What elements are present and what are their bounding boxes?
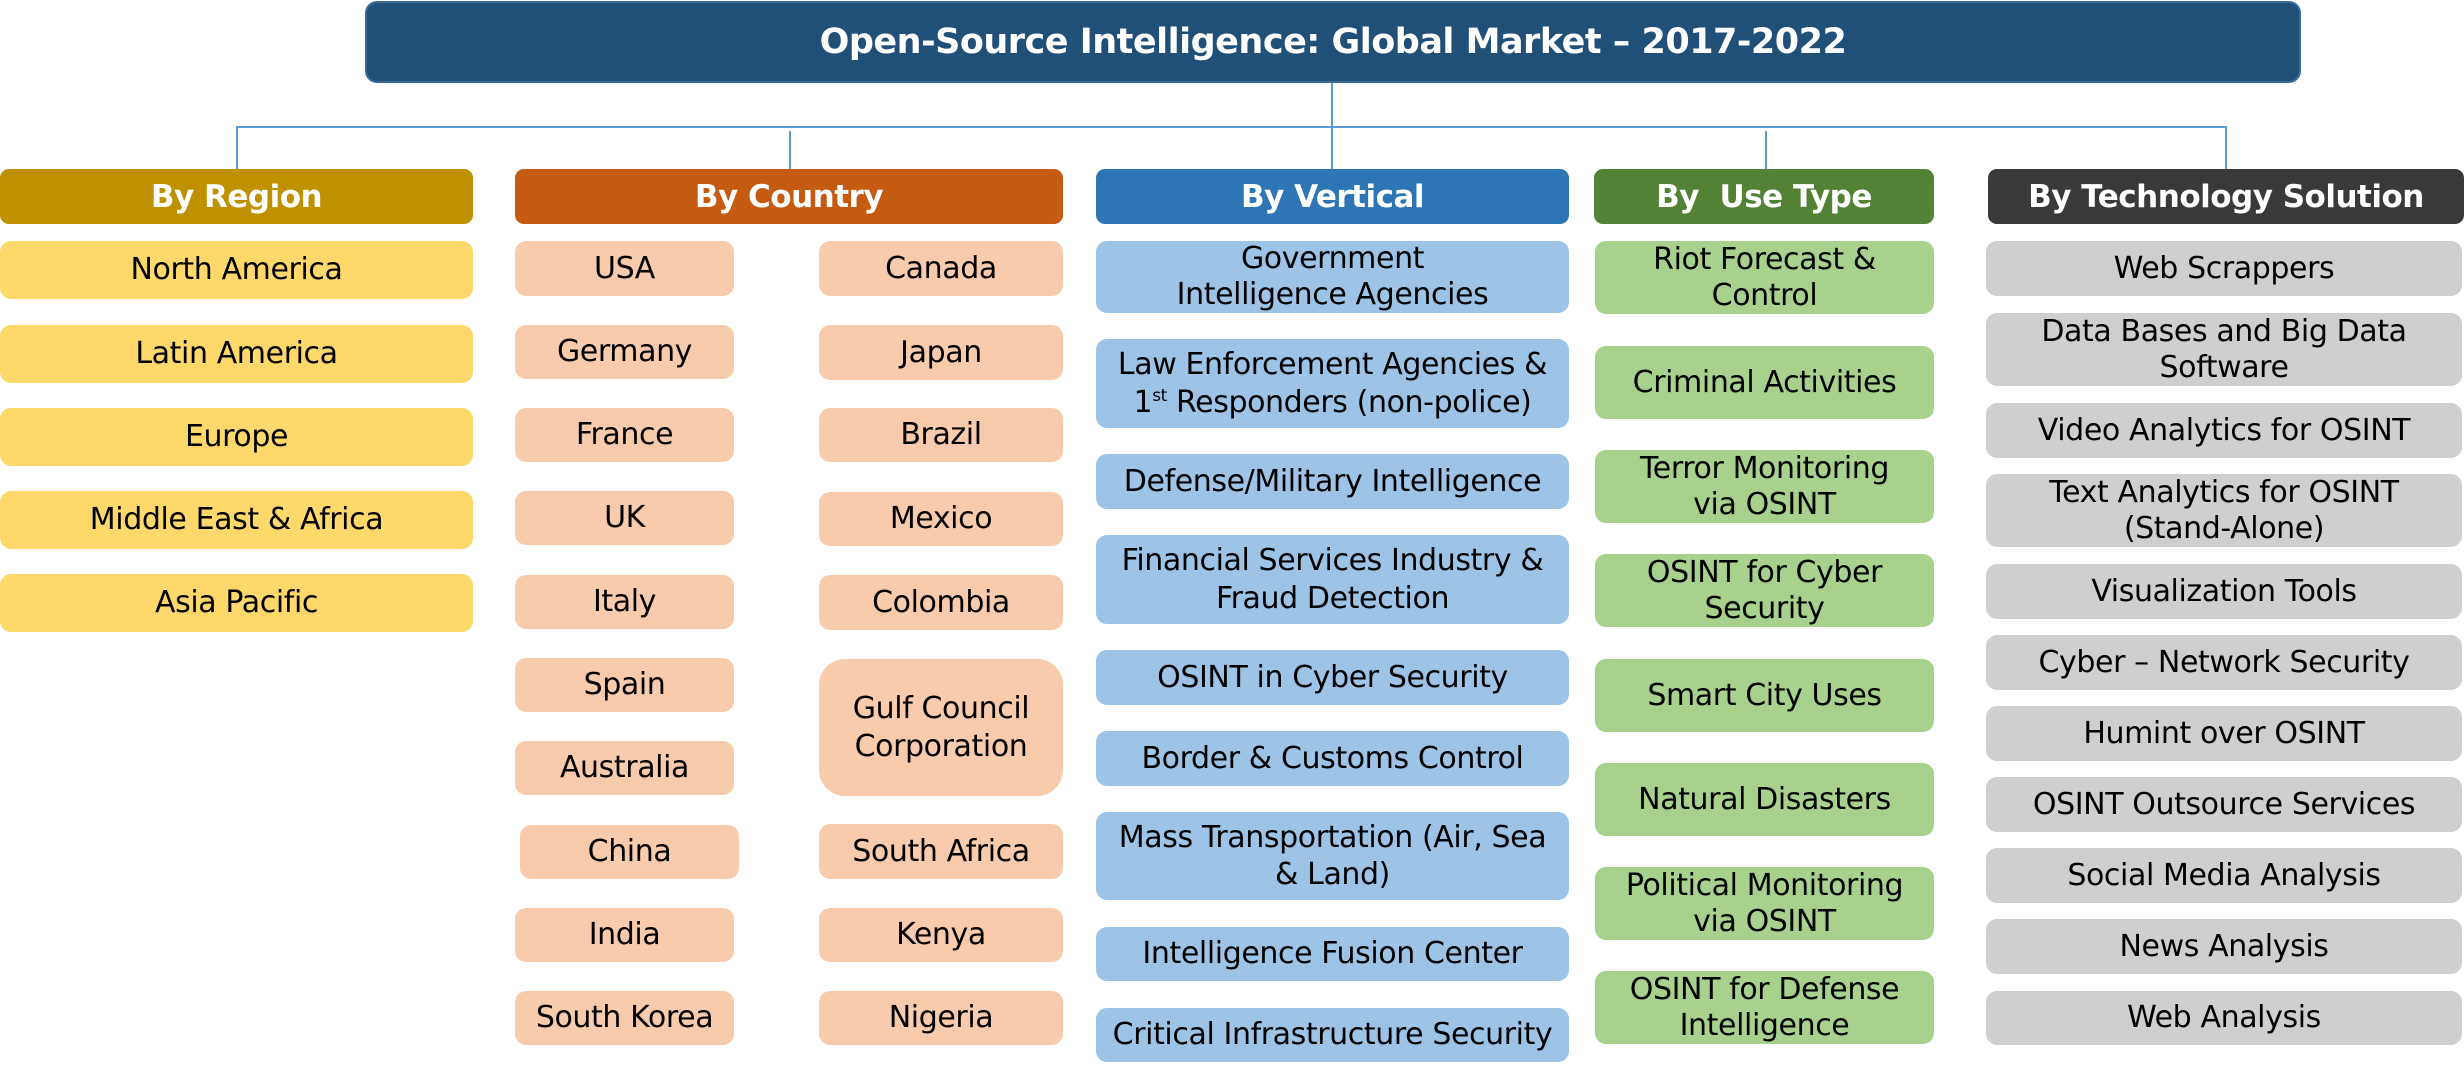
vertical-header: By Vertical: [1096, 169, 1569, 224]
usetype-item: Riot Forecast & Control: [1595, 241, 1934, 314]
vertical-item-line2: 1st Responders (non-police): [1134, 384, 1532, 422]
tech-item: OSINT Outsource Services: [1986, 777, 2462, 832]
tech-header: By Technology Solution: [1988, 169, 2464, 224]
vertical-item: Intelligence Fusion Center: [1096, 927, 1569, 981]
connector-usetype: [1765, 131, 1767, 169]
tech-item: Video Analytics for OSINT: [1986, 403, 2462, 458]
region-item: North America: [0, 241, 473, 299]
country-item: South Korea: [515, 991, 734, 1045]
country-header: By Country: [515, 169, 1063, 224]
tech-item: Web Analysis: [1986, 991, 2462, 1045]
vertical-item: Mass Transportation (Air, Sea & Land): [1096, 812, 1569, 900]
vertical-item: Financial Services Industry & Fraud Dete…: [1096, 535, 1569, 624]
connector-country: [789, 131, 791, 169]
region-item: Middle East & Africa: [0, 491, 473, 549]
usetype-item: OSINT for Defense Intelligence: [1595, 971, 1934, 1044]
region-item: Europe: [0, 408, 473, 466]
vertical-item: Defense/Military Intelligence: [1096, 454, 1569, 509]
region-item: Latin America: [0, 325, 473, 383]
country-item: Japan: [819, 325, 1063, 380]
country-item: South Africa: [819, 824, 1063, 879]
usetype-item: OSINT for Cyber Security: [1595, 554, 1934, 627]
country-item: Canada: [819, 241, 1063, 296]
tech-item: Visualization Tools: [1986, 564, 2462, 619]
country-item: UK: [515, 491, 734, 545]
tech-item: News Analysis: [1986, 919, 2462, 974]
vertical-item-law-enforcement: Law Enforcement Agencies & 1st Responder…: [1096, 339, 1569, 428]
tech-item: Data Bases and Big Data Software: [1986, 313, 2462, 386]
usetype-item: Criminal Activities: [1595, 346, 1934, 419]
ordinal-suffix: st: [1152, 385, 1167, 406]
connector-horizontal: [236, 126, 2227, 128]
country-item: China: [520, 825, 739, 879]
diagram-title: Open-Source Intelligence: Global Market …: [365, 1, 2301, 83]
usetype-item: Political Monitoring via OSINT: [1595, 867, 1934, 940]
connector-region: [236, 126, 238, 169]
vertical-item-line1: Law Enforcement Agencies &: [1117, 347, 1548, 382]
usetype-item: Natural Disasters: [1595, 763, 1934, 836]
vertical-item: OSINT in Cyber Security: [1096, 650, 1569, 705]
country-item: Colombia: [819, 575, 1063, 630]
vertical-item: Critical Infrastructure Security: [1096, 1008, 1569, 1062]
region-header: By Region: [0, 169, 473, 224]
country-item: Kenya: [819, 908, 1063, 962]
country-item: Gulf Council Corporation: [819, 659, 1063, 796]
responders-text: Responders (non-police): [1166, 384, 1532, 420]
country-item: USA: [515, 241, 734, 296]
usetype-item: Smart City Uses: [1595, 659, 1934, 732]
tech-item: Web Scrappers: [1986, 241, 2462, 296]
country-item: India: [515, 908, 734, 962]
country-item: Australia: [515, 741, 734, 795]
connector-tech: [2225, 126, 2227, 169]
region-item: Asia Pacific: [0, 574, 473, 632]
country-item: Brazil: [819, 408, 1063, 462]
country-item: Mexico: [819, 492, 1063, 546]
vertical-item: Government Intelligence Agencies: [1096, 241, 1569, 313]
tech-item: Social Media Analysis: [1986, 848, 2462, 903]
usetype-item: Terror Monitoring via OSINT: [1595, 450, 1934, 523]
country-item: Germany: [515, 325, 734, 379]
vertical-item: Border & Customs Control: [1096, 731, 1569, 786]
ordinal-number: 1: [1133, 384, 1153, 420]
country-item: Spain: [515, 658, 734, 712]
tech-item: Text Analytics for OSINT (Stand-Alone): [1986, 474, 2462, 547]
country-item: Nigeria: [819, 991, 1063, 1045]
tech-item: Cyber – Network Security: [1986, 635, 2462, 690]
country-item: Italy: [515, 575, 734, 629]
usetype-header: By Use Type: [1594, 169, 1934, 224]
country-item: France: [515, 408, 734, 462]
tech-item: Humint over OSINT: [1986, 706, 2462, 761]
